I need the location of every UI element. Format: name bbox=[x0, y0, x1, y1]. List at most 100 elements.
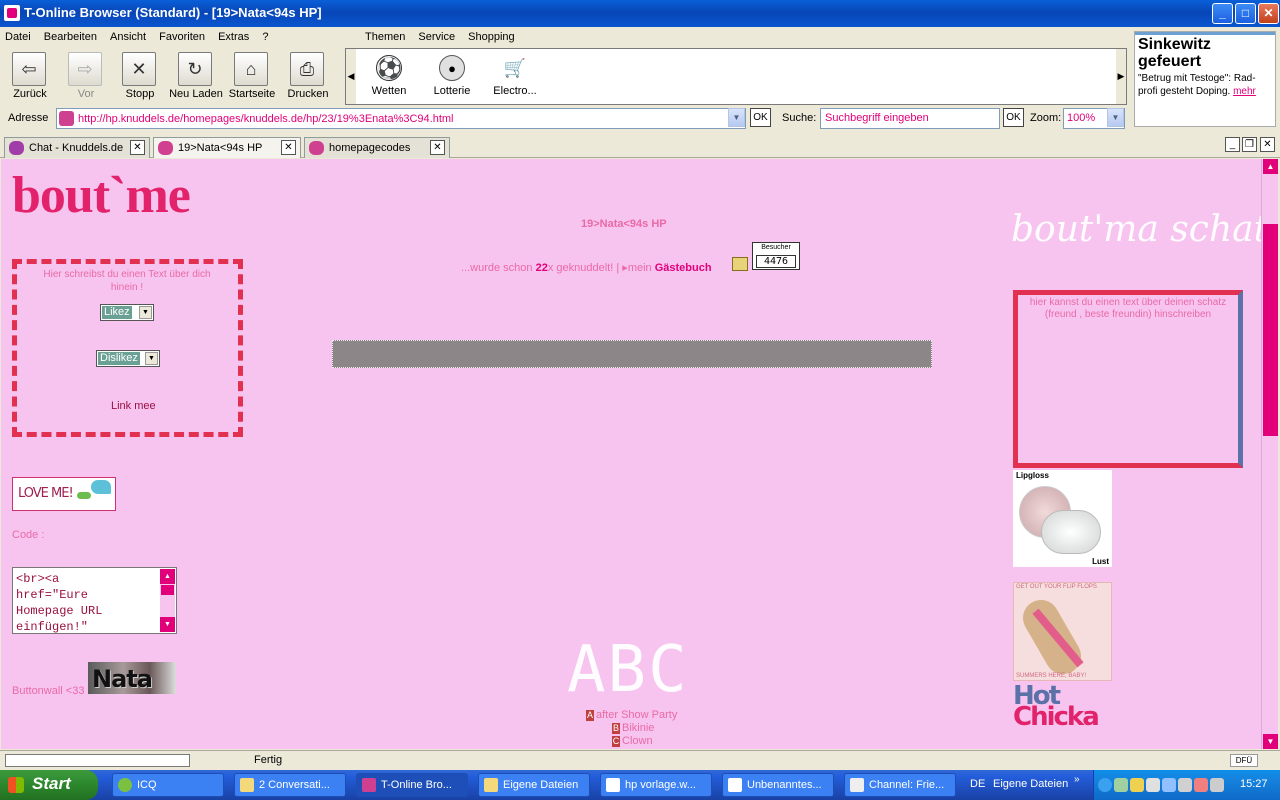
guestbook-book-icon[interactable] bbox=[732, 257, 748, 271]
maximize-button[interactable]: □ bbox=[1235, 3, 1256, 24]
home-button[interactable]: ⌂ Startseite bbox=[226, 50, 278, 104]
menu-help[interactable]: ? bbox=[257, 27, 273, 43]
messenger-icon[interactable] bbox=[1194, 778, 1208, 792]
volume-icon[interactable] bbox=[1178, 778, 1192, 792]
minimize-button[interactable]: _ bbox=[1212, 3, 1233, 24]
close-button[interactable]: ✕ bbox=[1258, 3, 1279, 24]
forward-button[interactable]: ⇨ Vor bbox=[60, 50, 112, 104]
address-ok-button[interactable]: OK bbox=[750, 108, 771, 127]
nata-button-text: Nata bbox=[92, 665, 153, 693]
counter-prefix: ...wurde schon bbox=[461, 262, 533, 274]
monitor-icon[interactable] bbox=[1162, 778, 1176, 792]
news-more-link[interactable]: mehr bbox=[1233, 86, 1256, 97]
mdi-restore-icon[interactable]: ❐ bbox=[1242, 137, 1257, 152]
back-button[interactable]: ⇦ Zurück bbox=[4, 50, 56, 104]
task-channel[interactable]: Channel: Frie... bbox=[844, 773, 956, 797]
task-unbenanntes[interactable]: Unbenanntes... bbox=[722, 773, 834, 797]
print-button[interactable]: ⎙ Drucken bbox=[282, 50, 334, 104]
tab-nata-hp[interactable]: 19>Nata<94s HP ✕ bbox=[153, 137, 301, 158]
mdi-minimize-icon[interactable]: _ bbox=[1225, 137, 1240, 152]
tab-close-icon[interactable]: ✕ bbox=[430, 140, 445, 155]
menu-ansicht[interactable]: Ansicht bbox=[105, 27, 151, 43]
network-icon[interactable] bbox=[1130, 778, 1144, 792]
search-ok-button[interactable]: OK bbox=[1003, 108, 1024, 127]
branch-icon bbox=[77, 492, 91, 499]
tab-homepagecodes[interactable]: homepagecodes ✕ bbox=[304, 137, 450, 158]
tab-close-icon[interactable]: ✕ bbox=[130, 140, 145, 155]
channel-electro[interactable]: 🛒 Electro... bbox=[485, 55, 545, 97]
news-headline[interactable]: Sinkewitz gefeuert bbox=[1138, 36, 1273, 70]
web-page-content: bout`me Hier schreibst du einen Text übe… bbox=[1, 159, 1261, 749]
bird-icon bbox=[91, 480, 111, 494]
code-scrollbar[interactable]: ▲ ▼ bbox=[160, 569, 175, 632]
channel-scroll-right-icon[interactable]: ▶ bbox=[1116, 49, 1126, 104]
menu-themen[interactable]: Themen bbox=[360, 27, 410, 43]
link-mee-link[interactable]: Link mee bbox=[111, 400, 156, 412]
task-t-online-browser[interactable]: T-Online Bro... bbox=[356, 773, 468, 797]
toolbar-expand-icon[interactable]: » bbox=[1074, 774, 1080, 785]
about-me-text: Hier schreibst du einen Text über dich h… bbox=[43, 269, 211, 293]
menu-favoriten[interactable]: Favoriten bbox=[154, 27, 210, 43]
scroll-down-icon[interactable]: ▼ bbox=[1263, 734, 1278, 749]
task-label: hp vorlage.w... bbox=[625, 779, 696, 791]
abc-list: Aafter Show Party B Bikinie C Clown bbox=[586, 709, 677, 748]
start-button[interactable]: Start bbox=[0, 770, 98, 800]
mdi-close-icon[interactable]: ✕ bbox=[1260, 137, 1275, 152]
dislikez-select[interactable]: Dislikez ▼ bbox=[96, 350, 160, 367]
document-icon bbox=[606, 778, 620, 792]
news-teaser[interactable]: Sinkewitz gefeuert "Betrug mit Testoge":… bbox=[1134, 31, 1276, 127]
taskbar: Start ICQ 2 Conversati... T-Online Bro..… bbox=[0, 770, 1280, 800]
page-scrollbar[interactable]: ▲ ▼ bbox=[1261, 159, 1278, 749]
flipflop-bottom-caption: SUMMERS HERE, BABY! bbox=[1016, 673, 1087, 679]
menu-service[interactable]: Service bbox=[413, 27, 460, 43]
bout-me-heading: bout`me bbox=[12, 167, 191, 224]
address-dropdown-icon[interactable]: ▼ bbox=[728, 108, 745, 127]
task-icq[interactable]: ICQ bbox=[112, 773, 224, 797]
task-label: Unbenanntes... bbox=[747, 779, 822, 791]
scroll-up-icon[interactable]: ▲ bbox=[1263, 159, 1278, 174]
print-label: Drucken bbox=[287, 88, 329, 100]
task-hp-vorlage[interactable]: hp vorlage.w... bbox=[600, 773, 712, 797]
reload-button[interactable]: ↻ Neu Laden bbox=[169, 50, 223, 104]
channel-scroll-left-icon[interactable]: ◀ bbox=[346, 49, 356, 104]
love-me-banner[interactable]: LOVE ME! bbox=[12, 477, 116, 511]
menu-extras[interactable]: Extras bbox=[213, 27, 254, 43]
list-item-text: Clown bbox=[622, 735, 653, 747]
flipflop-image: GET OUT YOUR FLIP FLOPS SUMMERS HERE, BA… bbox=[1013, 582, 1112, 681]
scroll-thumb[interactable] bbox=[161, 585, 174, 595]
language-indicator[interactable]: DE bbox=[970, 778, 985, 790]
security-icon[interactable] bbox=[1146, 778, 1160, 792]
chicka-text: Chicka bbox=[1013, 702, 1100, 732]
tab-close-icon[interactable]: ✕ bbox=[281, 140, 296, 155]
tray-back-icon[interactable] bbox=[1098, 778, 1112, 792]
zoom-dropdown-icon[interactable]: ▼ bbox=[1107, 108, 1124, 127]
title-bar[interactable]: T-Online Browser (Standard) - [19>Nata<9… bbox=[0, 0, 1280, 27]
menu-bearbeiten[interactable]: Bearbeiten bbox=[39, 27, 102, 43]
task-eigene-dateien[interactable]: Eigene Dateien bbox=[478, 773, 590, 797]
lipgloss-image: Lipgloss Lust bbox=[1013, 470, 1112, 567]
nata-button-image[interactable]: Nata bbox=[88, 662, 176, 694]
likez-select[interactable]: Likez ▼ bbox=[100, 304, 154, 321]
update-icon[interactable] bbox=[1210, 778, 1224, 792]
clock[interactable]: 15:27 bbox=[1240, 778, 1268, 790]
code-textarea[interactable]: <br><a href="Eure Homepage URL einfügen!… bbox=[12, 567, 177, 634]
search-input[interactable]: Suchbegriff eingeben bbox=[820, 108, 1000, 129]
stop-button[interactable]: ✕ Stopp bbox=[114, 50, 166, 104]
back-label: Zurück bbox=[13, 88, 47, 100]
scroll-down-icon[interactable]: ▼ bbox=[160, 617, 175, 632]
tab-chat-knuddels[interactable]: Chat - Knuddels.de ✕ bbox=[4, 137, 150, 158]
task-conversations[interactable]: 2 Conversati... bbox=[234, 773, 346, 797]
flipflop-top-caption: GET OUT YOUR FLIP FLOPS bbox=[1016, 584, 1097, 590]
channel-bar: ◀ ⚽ Wetten ● Lotterie 🛒 Electro... ▶ bbox=[345, 48, 1127, 105]
address-input[interactable]: http://hp.knuddels.de/homepages/knuddels… bbox=[56, 108, 746, 129]
eigene-dateien-toolbar[interactable]: Eigene Dateien bbox=[993, 778, 1068, 790]
menu-shopping[interactable]: Shopping bbox=[463, 27, 520, 43]
signal-icon[interactable] bbox=[1114, 778, 1128, 792]
buttonwall-label: Buttonwall <33 bbox=[12, 685, 85, 697]
scroll-up-icon[interactable]: ▲ bbox=[160, 569, 175, 584]
scroll-thumb[interactable] bbox=[1263, 224, 1278, 436]
channel-wetten[interactable]: ⚽ Wetten bbox=[359, 55, 419, 97]
channel-lotterie[interactable]: ● Lotterie bbox=[422, 55, 482, 97]
menu-datei[interactable]: Datei bbox=[0, 27, 36, 43]
guestbook-link[interactable]: Gästebuch bbox=[655, 262, 712, 274]
